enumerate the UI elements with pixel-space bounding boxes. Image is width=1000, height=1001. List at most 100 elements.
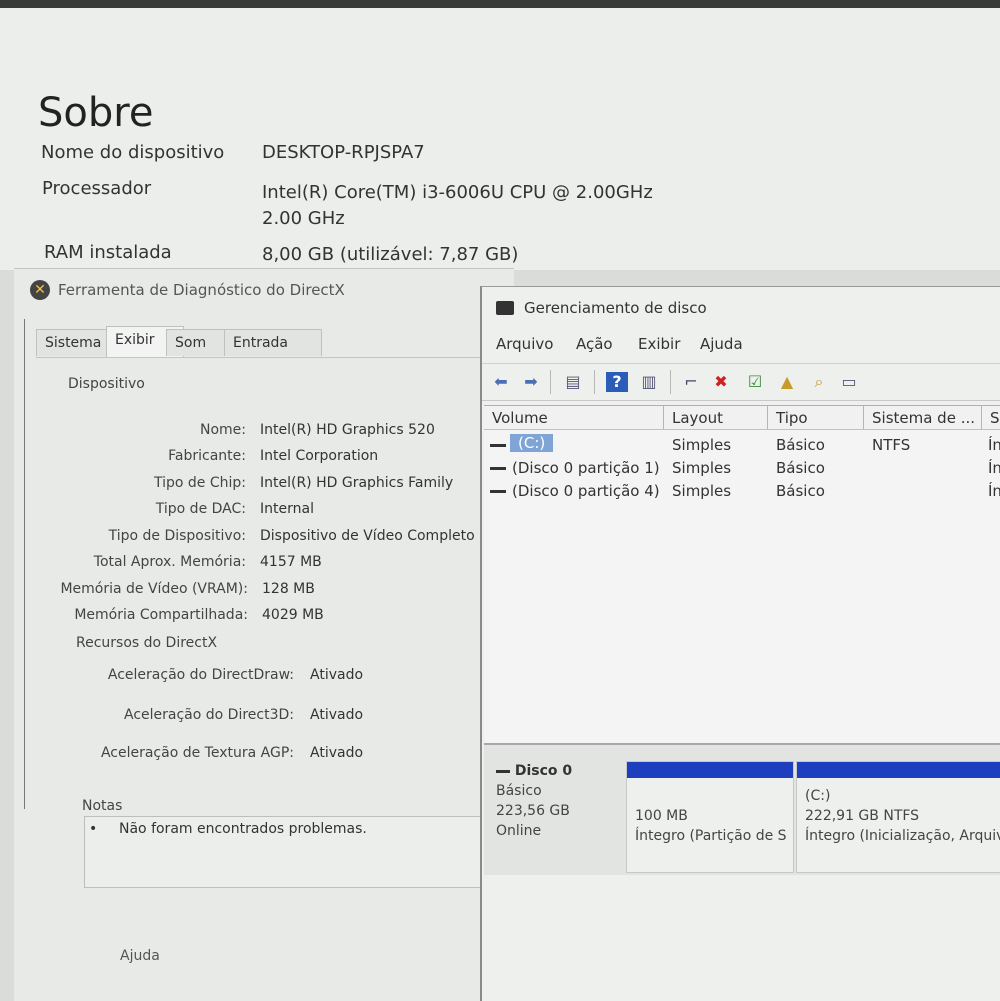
toolbar-separator (670, 370, 671, 394)
partition-block[interactable]: 100 MB Íntegro (Partição de S (626, 761, 794, 873)
menu-acao[interactable]: Ação (576, 335, 613, 353)
folder-up-icon[interactable]: ▲ (776, 372, 798, 392)
connect-icon[interactable]: ⌐ (680, 372, 702, 392)
partition-text: 100 MB Íntegro (Partição de S (635, 806, 787, 846)
row-volume: (C:) (510, 434, 554, 452)
section-device: Dispositivo (68, 376, 145, 392)
forward-arrow-icon[interactable]: ➡ (520, 372, 542, 392)
about-panel: Sobre Nome do dispositivo DESKTOP-RPJSPA… (0, 8, 1000, 270)
feature-label: Aceleração do Direct3D: (124, 707, 294, 723)
table-row[interactable]: (C:) Simples Básico NTFS Ín (484, 434, 1000, 457)
row-fs: NTFS (872, 436, 911, 454)
directx-window: ✕ Ferramenta de Diagnóstico do DirectX S… (14, 268, 514, 1001)
disk-management-title: Gerenciamento de disco (524, 299, 707, 317)
search-folder-icon[interactable]: ⌕ (808, 372, 830, 392)
row-status: Ín (988, 459, 1000, 477)
help-button[interactable]: Ajuda (120, 948, 160, 964)
row-layout: Simples (672, 482, 732, 500)
feature-value: Ativado (310, 667, 364, 683)
notes-label: Notas (82, 798, 123, 814)
row-status: Ín (988, 482, 1000, 500)
volume-list: Volume Layout Tipo Sistema de ... S (C:)… (484, 405, 1000, 744)
menu-ajuda[interactable]: Ajuda (700, 335, 743, 353)
field-label: Tipo de Dispositivo: (108, 528, 246, 544)
field-value: Intel Corporation (260, 448, 379, 464)
partition-block[interactable]: (C:) 222,91 GB NTFS Íntegro (Inicializaç… (796, 761, 1000, 873)
disk-management-window: Gerenciamento de disco Arquivo Ação Exib… (480, 286, 1000, 1001)
field-value: 128 MB (262, 581, 315, 597)
partition-size: 222,91 GB NTFS (805, 808, 920, 824)
field-value: Dispositivo de Vídeo Completo (260, 528, 475, 544)
processor-value: Intel(R) Core(TM) i3-6006U CPU @ 2.00GHz… (262, 180, 653, 232)
field-value: Internal (260, 501, 314, 517)
field-label: Memória de Vídeo (VRAM): (60, 581, 248, 597)
field-value: 4157 MB (260, 554, 322, 570)
field-value: Intel(R) HD Graphics 520 (260, 422, 435, 438)
window-icon[interactable]: ▭ (838, 372, 860, 392)
top-edge (0, 0, 1000, 8)
partition-bar (797, 762, 1000, 778)
field-label: Tipo de Chip: (153, 475, 246, 491)
notes-bullet: • (89, 821, 98, 837)
console-tree-icon[interactable]: ▤ (562, 372, 584, 392)
section-directx-resources: Recursos do DirectX (76, 635, 218, 651)
row-tipo: Básico (776, 482, 825, 500)
directx-display-panel: Dispositivo Nome: Intel(R) HD Graphics 5… (36, 357, 492, 998)
volume-icon (490, 490, 506, 493)
field-label: Nome: (199, 422, 246, 438)
disk-icon (496, 769, 510, 773)
column-tipo[interactable]: Tipo (768, 406, 864, 430)
back-arrow-icon[interactable]: ⬅ (490, 372, 512, 392)
feature-value: Ativado (310, 745, 364, 761)
disk-size: 223,56 GB (496, 803, 570, 819)
properties-pane-icon[interactable]: ▥ (638, 372, 660, 392)
empty-area (484, 875, 1000, 1001)
table-row[interactable]: (Disco 0 partição 1) Simples Básico Ín (484, 457, 1000, 480)
directx-app-icon: ✕ (30, 280, 50, 300)
column-layout[interactable]: Layout (664, 406, 768, 430)
feature-label: Aceleração de Textura AGP: (100, 745, 294, 761)
row-volume: (Disco 0 partição 4) (512, 482, 660, 500)
row-volume: (Disco 0 partição 1) (512, 459, 660, 477)
partition-status: Íntegro (Inicialização, Arquiv (805, 828, 1000, 844)
toolbar-separator (594, 370, 595, 394)
disk-type: Básico (496, 783, 542, 799)
row-layout: Simples (672, 459, 732, 477)
directx-window-title: Ferramenta de Diagnóstico do DirectX (58, 281, 345, 299)
row-status: Ín (988, 436, 1000, 454)
column-sistema[interactable]: Sistema de ... (864, 406, 982, 430)
disk-status: Online (496, 823, 542, 839)
disk-name: Disco 0 (514, 763, 573, 779)
window-edge (24, 319, 25, 809)
toolbar-separator (550, 370, 551, 394)
menu-arquivo[interactable]: Arquivo (496, 335, 553, 353)
disk-info[interactable]: Disco 0 Básico 223,56 GB Online (496, 761, 572, 841)
ram-label: RAM instalada (44, 242, 172, 263)
checklist-icon[interactable]: ☑ (744, 372, 766, 392)
notes-text: Não foram encontrados problemas. (119, 821, 367, 837)
menu-exibir[interactable]: Exibir (638, 335, 680, 353)
tab-entrada[interactable]: Entrada (224, 329, 322, 356)
help-icon[interactable]: ? (606, 372, 628, 392)
device-name-value: DESKTOP-RPJSPA7 (262, 142, 425, 163)
processor-line2: 2.00 GHz (262, 208, 345, 229)
field-label: Memória Compartilhada: (74, 607, 248, 623)
row-tipo: Básico (776, 459, 825, 477)
column-status[interactable]: S (982, 406, 1000, 430)
volume-icon (490, 444, 506, 447)
field-label: Total Aprox. Memória: (93, 554, 246, 570)
table-row[interactable]: (Disco 0 partição 4) Simples Básico Ín (484, 480, 1000, 503)
column-volume[interactable]: Volume (484, 406, 664, 430)
row-tipo: Básico (776, 436, 825, 454)
partition-status: Íntegro (Partição de S (635, 828, 787, 844)
disk-management-icon (496, 301, 514, 315)
delete-icon[interactable]: ✖ (710, 372, 732, 392)
processor-line1: Intel(R) Core(TM) i3-6006U CPU @ 2.00GHz (262, 182, 653, 203)
field-label: Fabricante: (168, 448, 246, 464)
partition-bar (627, 762, 793, 778)
feature-label: Aceleração do DirectDraw: (107, 667, 294, 683)
field-label: Tipo de DAC: (155, 501, 246, 517)
device-name-label: Nome do dispositivo (41, 142, 225, 163)
feature-value: Ativado (310, 707, 364, 723)
partition-text: (C:) 222,91 GB NTFS Íntegro (Inicializaç… (805, 786, 1000, 846)
